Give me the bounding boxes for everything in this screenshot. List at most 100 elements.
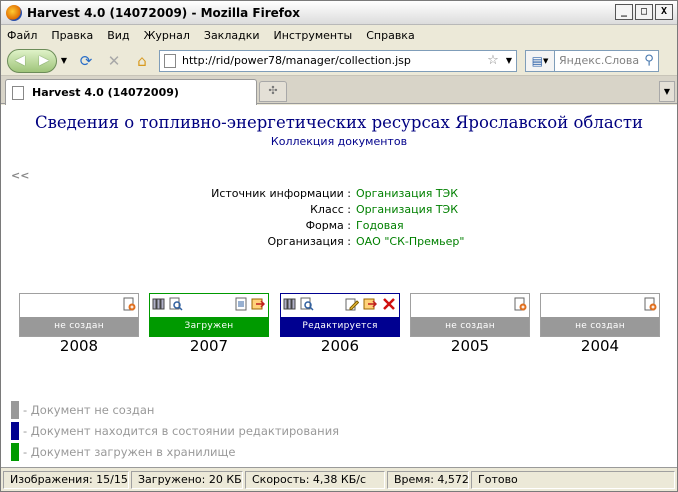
archive-columns-icon[interactable] xyxy=(152,297,166,311)
create-document-icon[interactable] xyxy=(122,297,136,311)
menu-view[interactable]: Вид xyxy=(107,29,129,42)
search-icon[interactable]: ⚲ xyxy=(640,53,658,68)
page-icon xyxy=(164,53,176,68)
year-collection: не создан 2008 Загружен 2007 Редактирует… xyxy=(19,293,660,355)
tab-strip: Harvest 4.0 (14072009) ✣ ▼ xyxy=(1,76,677,105)
status-loaded: Загружено: 20 КБ xyxy=(131,470,243,489)
status-label: не создан xyxy=(411,317,529,336)
history-dropdown-icon[interactable]: ▼ xyxy=(59,56,69,65)
status-time: Время: 4,572 xyxy=(387,470,469,489)
minimize-button[interactable]: _ xyxy=(615,4,633,20)
export-document-icon[interactable] xyxy=(363,297,377,311)
firefox-logo-icon xyxy=(6,4,22,21)
menu-bookmarks[interactable]: Закладки xyxy=(204,29,260,42)
info-block: Источник информации : Организация ТЭК Кл… xyxy=(1,187,677,251)
card-icons xyxy=(411,294,529,316)
back-arrow-icon[interactable]: ◀ xyxy=(8,53,32,68)
edit-document-icon[interactable] xyxy=(345,297,359,311)
info-value: Годовая xyxy=(356,219,404,232)
tab-label: Harvest 4.0 (14072009) xyxy=(32,86,179,99)
info-label: Организация : xyxy=(267,235,351,248)
stop-icon[interactable]: ✕ xyxy=(103,50,125,72)
menu-history[interactable]: Журнал xyxy=(144,29,190,42)
info-label: Форма : xyxy=(305,219,351,232)
create-document-icon[interactable] xyxy=(643,297,657,311)
tab-page-icon xyxy=(12,85,24,100)
year-label: 2007 xyxy=(189,337,229,355)
menu-file[interactable]: Файл xyxy=(7,29,37,42)
delete-icon[interactable] xyxy=(382,297,396,311)
menu-help[interactable]: Справка xyxy=(366,29,414,42)
url-bar[interactable]: http://rid/power78/manager/collection.js… xyxy=(159,49,517,72)
legend-swatch xyxy=(11,442,19,461)
view-document-icon[interactable] xyxy=(169,297,183,311)
search-input[interactable]: Яндекс.Словари ⚲ xyxy=(555,49,659,72)
menu-tools[interactable]: Инструменты xyxy=(274,29,353,42)
year-card-2005: не создан xyxy=(410,293,530,337)
status-bar: Изображения: 15/15 Загружено: 20 КБ Скор… xyxy=(1,467,677,491)
navigation-toolbar: ◀ ▶ ▼ ⟳ ✕ ⌂ http://rid/power78/manager/c… xyxy=(1,46,677,76)
window-controls: _ □ X xyxy=(615,4,673,20)
legend-loaded: - Документ загружен в хранилище xyxy=(11,441,339,462)
card-icons xyxy=(150,294,268,316)
archive-columns-icon[interactable] xyxy=(283,297,297,311)
year-label: 2004 xyxy=(580,337,620,355)
close-button[interactable]: X xyxy=(655,4,673,20)
tab-list-button[interactable]: ▼ xyxy=(659,81,675,102)
status-label: не создан xyxy=(20,317,138,336)
legend-editing: - Документ находится в состоянии редакти… xyxy=(11,420,339,441)
year-card-2007: Загружен xyxy=(149,293,269,337)
year-card-2006: Редактируется xyxy=(280,293,400,337)
maximize-button[interactable]: □ xyxy=(635,4,653,20)
page-content: Сведения о топливно-энергетических ресур… xyxy=(1,105,677,467)
info-row-organization: Организация : ОАО "СК-Премьер" xyxy=(1,235,677,251)
view-document-icon[interactable] xyxy=(300,297,314,311)
bookmark-star-icon[interactable]: ☆ xyxy=(484,53,502,68)
info-label: Класс : xyxy=(310,203,351,216)
year-card-2004: не создан xyxy=(540,293,660,337)
tab-harvest[interactable]: Harvest 4.0 (14072009) xyxy=(5,79,257,105)
year-label: 2005 xyxy=(450,337,490,355)
reload-icon[interactable]: ⟳ xyxy=(75,50,97,72)
legend-text: - Документ загружен в хранилище xyxy=(23,444,236,459)
legend-swatch xyxy=(11,400,19,419)
info-row-form: Форма : Годовая xyxy=(1,219,677,235)
card-icons xyxy=(281,294,399,316)
info-row-source: Источник информации : Организация ТЭК xyxy=(1,187,677,203)
title-bar: Harvest 4.0 (14072009) - Mozilla Firefox… xyxy=(1,1,677,25)
info-label: Источник информации : xyxy=(211,187,351,200)
info-value: ОАО "СК-Премьер" xyxy=(356,235,465,248)
year-label: 2006 xyxy=(320,337,360,355)
page-subtitle: Коллекция документов xyxy=(270,135,408,148)
url-input[interactable]: http://rid/power78/manager/collection.js… xyxy=(182,54,484,67)
legend-text: - Документ находится в состоянии редакти… xyxy=(23,423,340,438)
back-forward-group: ◀ ▶ xyxy=(7,48,57,73)
search-engine-selector[interactable]: ▤ ▼ xyxy=(525,49,555,72)
status-speed: Скорость: 4,38 КБ/с xyxy=(245,470,385,489)
status-label: Редактируется xyxy=(281,317,399,336)
card-icons xyxy=(541,294,659,316)
url-dropdown-icon[interactable]: ▼ xyxy=(502,56,516,65)
status-label: не создан xyxy=(541,317,659,336)
legend: - Документ не создан - Документ находитс… xyxy=(11,399,339,462)
back-link[interactable]: << xyxy=(11,169,29,182)
status-images: Изображения: 15/15 xyxy=(3,470,129,489)
legend-not-created: - Документ не создан xyxy=(11,399,339,420)
status-ready: Готово xyxy=(471,470,675,489)
new-tab-button[interactable]: ✣ xyxy=(259,81,287,102)
info-value: Организация ТЭК xyxy=(356,187,459,200)
create-document-icon[interactable] xyxy=(513,297,527,311)
engine-dropdown-icon: ▼ xyxy=(542,56,549,65)
search-engine-icon: ▤ xyxy=(531,53,543,68)
card-icons xyxy=(20,294,138,316)
forward-arrow-icon[interactable]: ▶ xyxy=(32,53,56,68)
year-label: 2008 xyxy=(59,337,99,355)
export-document-icon[interactable] xyxy=(251,297,265,311)
legend-swatch xyxy=(11,421,19,440)
year-card-2008: не создан xyxy=(19,293,139,337)
browser-window: Harvest 4.0 (14072009) - Mozilla Firefox… xyxy=(0,0,678,492)
home-icon[interactable]: ⌂ xyxy=(131,50,153,72)
status-label: Загружен xyxy=(150,317,268,336)
menu-edit[interactable]: Правка xyxy=(51,29,93,42)
document-icon[interactable] xyxy=(234,297,248,311)
